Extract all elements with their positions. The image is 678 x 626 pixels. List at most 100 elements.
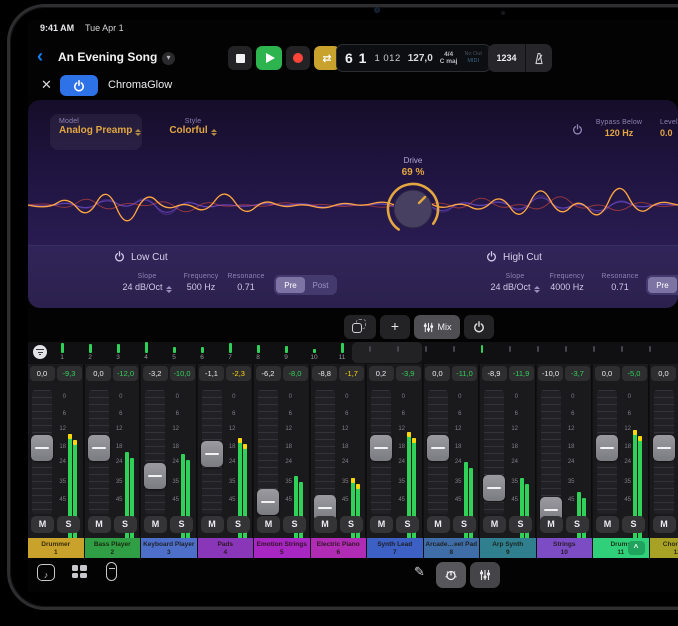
fader-handle[interactable] [653, 435, 675, 461]
peak-value[interactable]: -1,7 [339, 366, 364, 381]
mute-button[interactable]: M [31, 516, 54, 533]
track-name-tab[interactable]: Arcade…eet Pad8 [424, 538, 480, 558]
fader-handle[interactable] [31, 435, 53, 461]
mute-button[interactable]: M [370, 516, 393, 533]
plugin-tiles-button[interactable] [72, 565, 88, 580]
peak-value[interactable]: -11,0 [452, 366, 477, 381]
mute-button[interactable]: M [540, 516, 563, 533]
channel-strip-10: -10,0-3,7061218243545MSStrings10 [537, 364, 593, 558]
track-name-tab[interactable]: Keyboard Player3 [141, 538, 197, 558]
volume-value[interactable]: -1,1 [199, 366, 224, 381]
solo-button[interactable]: S [340, 516, 363, 533]
volume-value[interactable]: -3,2 [143, 366, 168, 381]
solo-button[interactable]: S [227, 516, 250, 533]
solo-button[interactable]: S [283, 516, 306, 533]
mute-button[interactable]: M [596, 516, 619, 533]
track-name-tab[interactable]: Emotion Strings5 [254, 538, 310, 558]
track-name-tab[interactable]: Chorus V12 [650, 538, 678, 558]
channel-strip-3: -3,2-10,0061218243545MSKeyboard Player3 [141, 364, 197, 558]
scale-label: 35 [223, 479, 236, 485]
peak-value[interactable]: -3,7 [565, 366, 590, 381]
track-name-tab[interactable]: Pads4 [198, 538, 254, 558]
track-name-tab[interactable]: Bass Player2 [85, 538, 141, 558]
track-name: Electric Piano [311, 541, 367, 549]
fader-handle[interactable] [370, 435, 392, 461]
peak-value[interactable]: -10,0 [170, 366, 195, 381]
scale-label: 18 [110, 444, 123, 450]
scale-label: 6 [223, 411, 236, 417]
scale-label: 12 [223, 426, 236, 432]
solo-button[interactable]: S [453, 516, 476, 533]
track-name-tab[interactable]: Electric Piano6 [311, 538, 367, 558]
fader-handle[interactable] [596, 435, 618, 461]
scale-label: 24 [279, 459, 292, 465]
scale-label: 18 [53, 444, 66, 450]
fader-controller-button[interactable] [106, 562, 117, 581]
volume-value[interactable]: 0,2 [369, 366, 394, 381]
solo-button[interactable]: S [622, 516, 645, 533]
scale-label: 35 [675, 479, 678, 485]
volume-value[interactable]: -6,2 [256, 366, 281, 381]
track-number: 10 [537, 549, 593, 557]
volume-value[interactable]: -8,9 [482, 366, 507, 381]
fader-handle[interactable] [201, 441, 223, 467]
volume-value[interactable]: 0,0 [425, 366, 450, 381]
track-name-tab[interactable]: Arp Synth9 [480, 538, 536, 558]
volume-value[interactable]: -10,0 [538, 366, 563, 381]
meter-peak-yellow [68, 434, 72, 439]
peak-value[interactable]: -8,0 [283, 366, 308, 381]
solo-button[interactable]: S [396, 516, 419, 533]
solo-button[interactable]: S [114, 516, 137, 533]
fader-handle[interactable] [483, 475, 505, 501]
fader-handle[interactable] [144, 463, 166, 489]
track-name-tab[interactable]: Drummer1 [28, 538, 84, 558]
scale-label: 24 [336, 459, 349, 465]
scale-label: 0 [110, 394, 123, 400]
mute-button[interactable]: M [483, 516, 506, 533]
solo-button[interactable]: S [566, 516, 589, 533]
meter-peak-yellow [243, 444, 247, 449]
mute-button[interactable]: M [653, 516, 676, 533]
mute-button[interactable]: M [201, 516, 224, 533]
meter-peak-yellow [407, 432, 411, 437]
scale-label: 35 [449, 479, 462, 485]
solo-button[interactable]: S [57, 516, 80, 533]
scale-label: 35 [166, 479, 179, 485]
mute-button[interactable]: M [314, 516, 337, 533]
fader-handle[interactable] [88, 435, 110, 461]
track-name-tab[interactable]: Strings10 [537, 538, 593, 558]
track-name-tab[interactable]: Synth Lead7 [367, 538, 423, 558]
solo-button[interactable]: S [170, 516, 193, 533]
scale-label: 18 [279, 444, 292, 450]
volume-value[interactable]: 0,0 [651, 366, 676, 381]
scale-label: 12 [392, 426, 405, 432]
browser-button[interactable]: ♪ [37, 564, 55, 581]
meter-peak-yellow [412, 438, 416, 443]
scale-label: 45 [392, 497, 405, 503]
controls-view-button[interactable] [436, 562, 466, 588]
volume-value[interactable]: 0,0 [86, 366, 111, 381]
scale-label: 6 [166, 411, 179, 417]
fader-handle[interactable] [257, 489, 279, 515]
peak-value[interactable]: -5,0 [622, 366, 647, 381]
track-number: 9 [480, 549, 536, 557]
volume-value[interactable]: 0,0 [595, 366, 620, 381]
volume-value[interactable]: -8,8 [312, 366, 337, 381]
volume-value[interactable]: 0,0 [30, 366, 55, 381]
expand-channel-button[interactable]: ^ [628, 541, 645, 555]
solo-button[interactable]: S [509, 516, 532, 533]
mixer-view-button[interactable] [470, 562, 500, 588]
mute-button[interactable]: M [257, 516, 280, 533]
peak-value[interactable]: -12,0 [113, 366, 138, 381]
fader-handle[interactable] [427, 435, 449, 461]
mute-button[interactable]: M [144, 516, 167, 533]
edit-pencil-icon[interactable]: ✎ [414, 564, 425, 580]
peak-value[interactable]: -2,3 [226, 366, 251, 381]
peak-value[interactable]: -11,9 [509, 366, 534, 381]
scale-label: 18 [336, 444, 349, 450]
mute-button[interactable]: M [88, 516, 111, 533]
peak-value[interactable]: -9,3 [57, 366, 82, 381]
fader-track [541, 390, 561, 514]
peak-value[interactable]: -3,9 [396, 366, 421, 381]
mute-button[interactable]: M [427, 516, 450, 533]
